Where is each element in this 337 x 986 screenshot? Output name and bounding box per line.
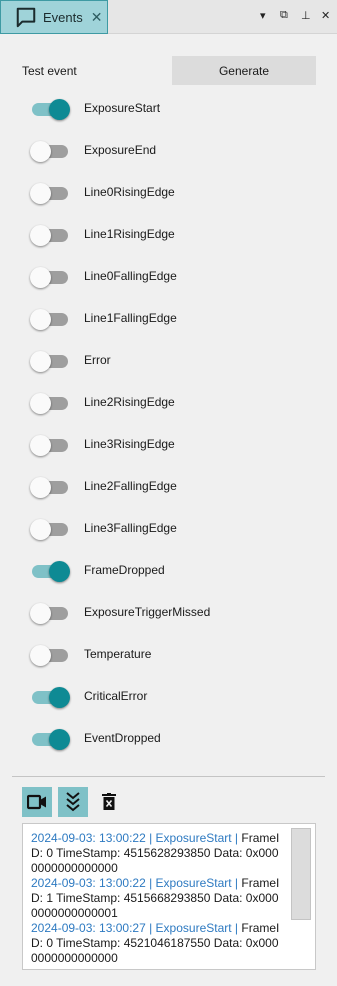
event-toggle-switch[interactable]	[30, 727, 70, 751]
toggle-knob	[30, 645, 51, 666]
event-toggle-switch[interactable]	[30, 643, 70, 667]
event-toggle-row: ExposureEnd	[30, 139, 156, 163]
toggle-knob	[30, 477, 51, 498]
event-toggle-switch[interactable]	[30, 349, 70, 373]
event-toggle-row: ExposureTriggerMissed	[30, 601, 210, 625]
event-toggle-row: Line1RisingEdge	[30, 223, 175, 247]
event-log[interactable]: 2024-09-03: 13:00:22 | ExposureStart | F…	[22, 823, 316, 970]
event-toggle-row: Line2FallingEdge	[30, 475, 177, 499]
video-camera-icon	[27, 794, 46, 810]
test-event-label: Test event	[22, 64, 77, 78]
toggle-knob	[30, 519, 51, 540]
event-toggle-row: Line3RisingEdge	[30, 433, 175, 457]
event-toggle-switch[interactable]	[30, 97, 70, 121]
log-entry: 2024-09-03: 13:00:22 | ExposureStart | F…	[31, 876, 285, 921]
event-toggle-switch[interactable]	[30, 601, 70, 625]
log-scrollbar[interactable]	[291, 828, 311, 920]
event-toggle-label: ExposureStart	[84, 101, 161, 115]
tab-events[interactable]: Events ✕	[0, 0, 108, 34]
event-toggle-label: Line2RisingEdge	[84, 395, 175, 409]
event-toggle-row: ExposureStart	[30, 97, 160, 121]
toggle-knob	[30, 183, 51, 204]
event-toggle-switch[interactable]	[30, 559, 70, 583]
tab-close-icon[interactable]: ✕	[91, 9, 103, 26]
restore-window-icon[interactable]: ⧉	[280, 9, 288, 22]
event-toggle-switch[interactable]	[30, 391, 70, 415]
events-panel: Test event Generate ExposureStart Exposur…	[0, 35, 337, 986]
event-toggle-label: CriticalError	[84, 689, 148, 703]
event-toggle-label: Line3RisingEdge	[84, 437, 175, 451]
event-toggle-label: Line0RisingEdge	[84, 185, 175, 199]
event-toggle-row: Line1FallingEdge	[30, 307, 177, 331]
log-entry: 2024-09-03: 13:00:22 | ExposureStart | F…	[31, 831, 285, 876]
event-toggle-row: FrameDropped	[30, 559, 165, 583]
event-toggle-row: Line2RisingEdge	[30, 391, 175, 415]
event-toggle-label: Error	[84, 353, 111, 367]
event-toggle-row: Line3FallingEdge	[30, 517, 177, 541]
event-toggle-switch[interactable]	[30, 181, 70, 205]
event-toggle-switch[interactable]	[30, 517, 70, 541]
event-toggle-label: FrameDropped	[84, 563, 165, 577]
autoscroll-button[interactable]	[58, 787, 88, 817]
toggle-knob	[30, 435, 51, 456]
toggle-knob	[49, 687, 70, 708]
event-toggle-switch[interactable]	[30, 223, 70, 247]
event-toggle-label: Line0FallingEdge	[84, 269, 177, 283]
toggle-knob	[49, 99, 70, 120]
event-toggle-switch[interactable]	[30, 307, 70, 331]
toggle-knob	[30, 309, 51, 330]
divider	[12, 776, 325, 777]
toggle-knob	[49, 729, 70, 750]
event-toggle-row: Error	[30, 349, 111, 373]
pin-icon[interactable]: ⊥	[301, 9, 311, 22]
event-toggle-label: Temperature	[84, 647, 152, 661]
event-toggle-row: EventDropped	[30, 727, 161, 751]
event-toggle-label: EventDropped	[84, 731, 161, 745]
toggle-knob	[30, 393, 51, 414]
event-toggle-row: Temperature	[30, 643, 151, 667]
event-toggle-row: CriticalError	[30, 685, 147, 709]
event-toggle-label: Line2FallingEdge	[84, 479, 177, 493]
record-button[interactable]	[22, 787, 52, 817]
trash-icon	[102, 793, 116, 810]
event-toggle-label: Line1FallingEdge	[84, 311, 177, 325]
event-toggle-label: Line3FallingEdge	[84, 521, 177, 535]
toggle-knob	[49, 561, 70, 582]
log-entry: 2024-09-03: 13:00:27 | ExposureStart | F…	[31, 921, 285, 966]
toggle-knob	[30, 225, 51, 246]
event-toggle-label: Line1RisingEdge	[84, 227, 175, 241]
event-toggle-row: Line0FallingEdge	[30, 265, 177, 289]
tab-title: Events	[43, 9, 83, 25]
chat-icon	[16, 7, 36, 28]
close-window-icon[interactable]: ✕	[321, 9, 330, 22]
toggle-knob	[30, 603, 51, 624]
dropdown-menu-icon[interactable]: ▾	[260, 9, 266, 22]
log-entry-meta: 2024-09-03: 13:00:22 | ExposureStart |	[31, 876, 239, 890]
event-toggle-switch[interactable]	[30, 265, 70, 289]
clear-log-button[interactable]	[94, 787, 124, 817]
event-toggle-switch[interactable]	[30, 139, 70, 163]
toggle-knob	[30, 351, 51, 372]
log-entry-meta: 2024-09-03: 13:00:22 | ExposureStart |	[31, 831, 239, 845]
event-toggle-switch[interactable]	[30, 433, 70, 457]
event-toggle-row: Line0RisingEdge	[30, 181, 175, 205]
event-toggle-label: ExposureTriggerMissed	[84, 605, 211, 619]
event-toggle-switch[interactable]	[30, 475, 70, 499]
event-toggle-switch[interactable]	[30, 685, 70, 709]
toggle-knob	[30, 267, 51, 288]
event-log-content: 2024-09-03: 13:00:22 | ExposureStart | F…	[31, 831, 285, 966]
generate-button[interactable]: Generate	[172, 56, 316, 85]
title-bar: Events ✕ ▾ ⧉ ⊥ ✕	[0, 0, 337, 34]
toggle-knob	[30, 141, 51, 162]
double-chevron-down-icon	[66, 792, 80, 812]
log-entry-meta: 2024-09-03: 13:00:27 | ExposureStart |	[31, 921, 239, 935]
event-toggle-label: ExposureEnd	[84, 143, 157, 157]
